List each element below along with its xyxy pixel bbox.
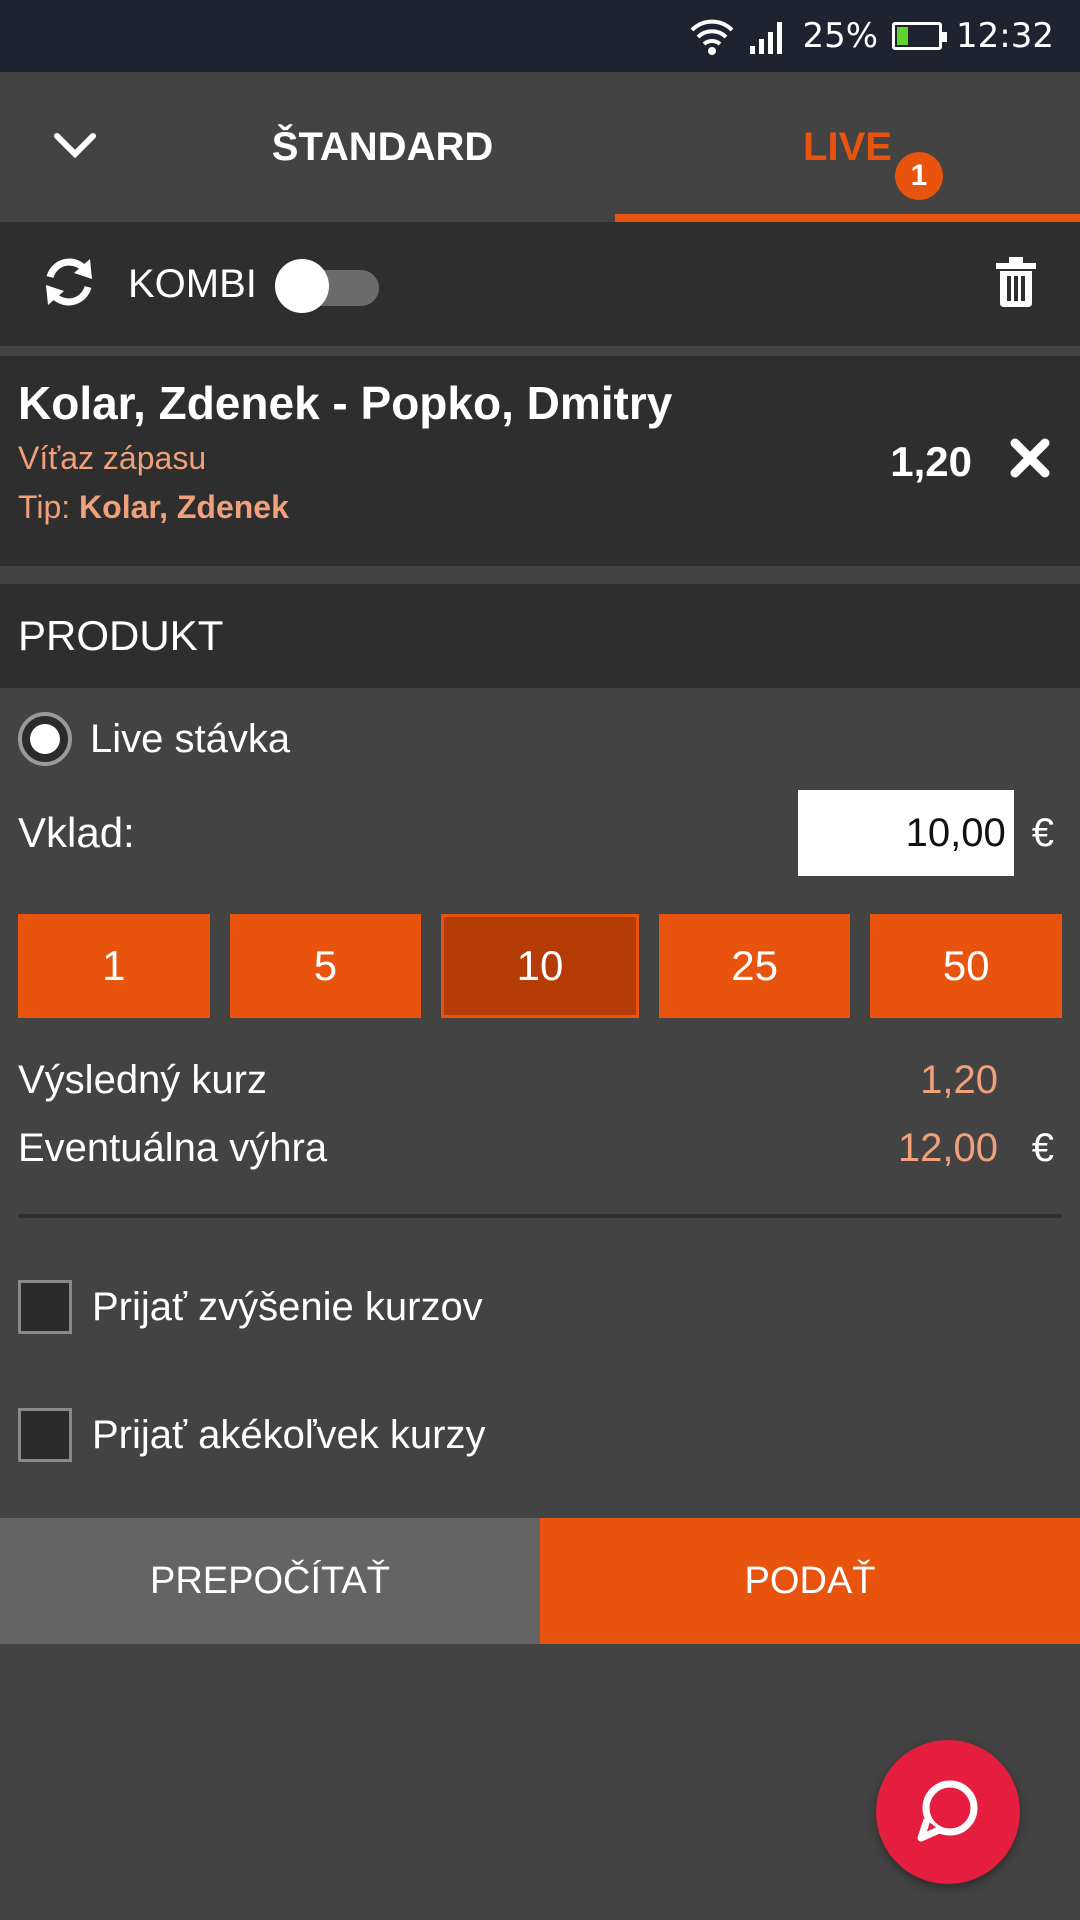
trash-icon[interactable] — [994, 257, 1038, 311]
quick-stake-buttons: 1 5 10 25 50 — [18, 914, 1062, 1018]
stake-label: Vklad: — [18, 809, 135, 856]
radio-dot — [30, 724, 60, 754]
quick-stake-10[interactable]: 10 — [441, 914, 639, 1018]
wifi-icon — [690, 16, 734, 56]
potential-win-currency: € — [1031, 1126, 1054, 1170]
bet-selection: Kolar, Zdenek - Popko, Dmitry Víťaz zápa… — [0, 356, 1080, 566]
accept-any-option[interactable]: Prijať akékoľvek kurzy — [18, 1408, 485, 1462]
tab-live[interactable]: LIVE 1 — [615, 72, 1080, 222]
stake-row: Vklad: € — [18, 790, 1054, 876]
potential-win-row: Eventuálna výhra 12,00 € — [18, 1126, 1054, 1171]
live-count-badge: 1 — [895, 152, 943, 200]
accept-any-label: Prijať akékoľvek kurzy — [92, 1412, 486, 1457]
stake-input[interactable] — [797, 790, 1014, 876]
tip-label: Tip: — [18, 489, 80, 525]
accept-increase-option[interactable]: Prijať zvýšenie kurzov — [18, 1280, 483, 1334]
refresh-icon[interactable] — [42, 255, 96, 313]
betslip-toolbar: KOMBI — [0, 222, 1080, 350]
chat-button[interactable] — [876, 1740, 1020, 1884]
stake-currency: € — [1031, 810, 1054, 855]
match-title: Kolar, Zdenek - Popko, Dmitry — [18, 377, 673, 429]
chat-bubble-icon — [913, 1776, 983, 1849]
total-odds-row: Výsledný kurz 1,20 — [18, 1058, 1054, 1103]
product-title: PRODUKT — [18, 612, 224, 659]
kombi-toggle-knob — [274, 259, 329, 313]
live-bet-option[interactable]: Live stávka — [18, 712, 290, 766]
tip-value: Kolar, Zdenek — [79, 489, 289, 525]
accept-increase-label: Prijať zvýšenie kurzov — [92, 1284, 483, 1329]
close-icon[interactable] — [1010, 438, 1050, 482]
kombi-toggle[interactable] — [274, 259, 379, 313]
battery-level — [897, 27, 909, 45]
tip-line: Tip: Kolar, Zdenek — [18, 489, 1062, 526]
clock: 12:32 — [956, 16, 1054, 56]
betslip-actions: PREPOČÍTAŤ PODAŤ — [0, 1518, 1080, 1644]
tab-standard[interactable]: ŠTANDARD — [0, 72, 615, 222]
recalculate-button[interactable]: PREPOČÍTAŤ — [0, 1518, 540, 1644]
selection-odd: 1,20 — [890, 438, 972, 485]
bet-type-tabs: ŠTANDARD LIVE 1 — [0, 72, 1080, 222]
battery-icon — [892, 22, 948, 50]
divider — [18, 1214, 1062, 1218]
quick-stake-25[interactable]: 25 — [658, 914, 851, 1018]
live-bet-label: Live stávka — [90, 716, 291, 761]
total-odds-label: Výsledný kurz — [18, 1058, 267, 1102]
submit-bet-button[interactable]: PODAŤ — [540, 1518, 1080, 1644]
accept-increase-checkbox[interactable] — [18, 1280, 72, 1334]
quick-stake-1[interactable]: 1 — [18, 914, 210, 1018]
kombi-label: KOMBI — [128, 261, 257, 306]
potential-win-value: 12,00 — [897, 1126, 998, 1170]
quick-stake-5[interactable]: 5 — [229, 914, 422, 1018]
live-bet-radio[interactable] — [18, 712, 72, 766]
status-bar: 25% 12:32 — [0, 0, 1080, 72]
accept-any-checkbox[interactable] — [18, 1408, 72, 1462]
tab-live-label: LIVE — [803, 124, 892, 169]
total-odds-value: 1,20 — [920, 1058, 998, 1102]
battery-percent: 25% — [802, 16, 879, 56]
product-header: PRODUKT — [0, 584, 1080, 688]
signal-icon — [748, 18, 788, 54]
quick-stake-50[interactable]: 50 — [870, 914, 1062, 1018]
potential-win-label: Eventuálna výhra — [18, 1126, 328, 1170]
tab-standard-label: ŠTANDARD — [271, 124, 494, 169]
